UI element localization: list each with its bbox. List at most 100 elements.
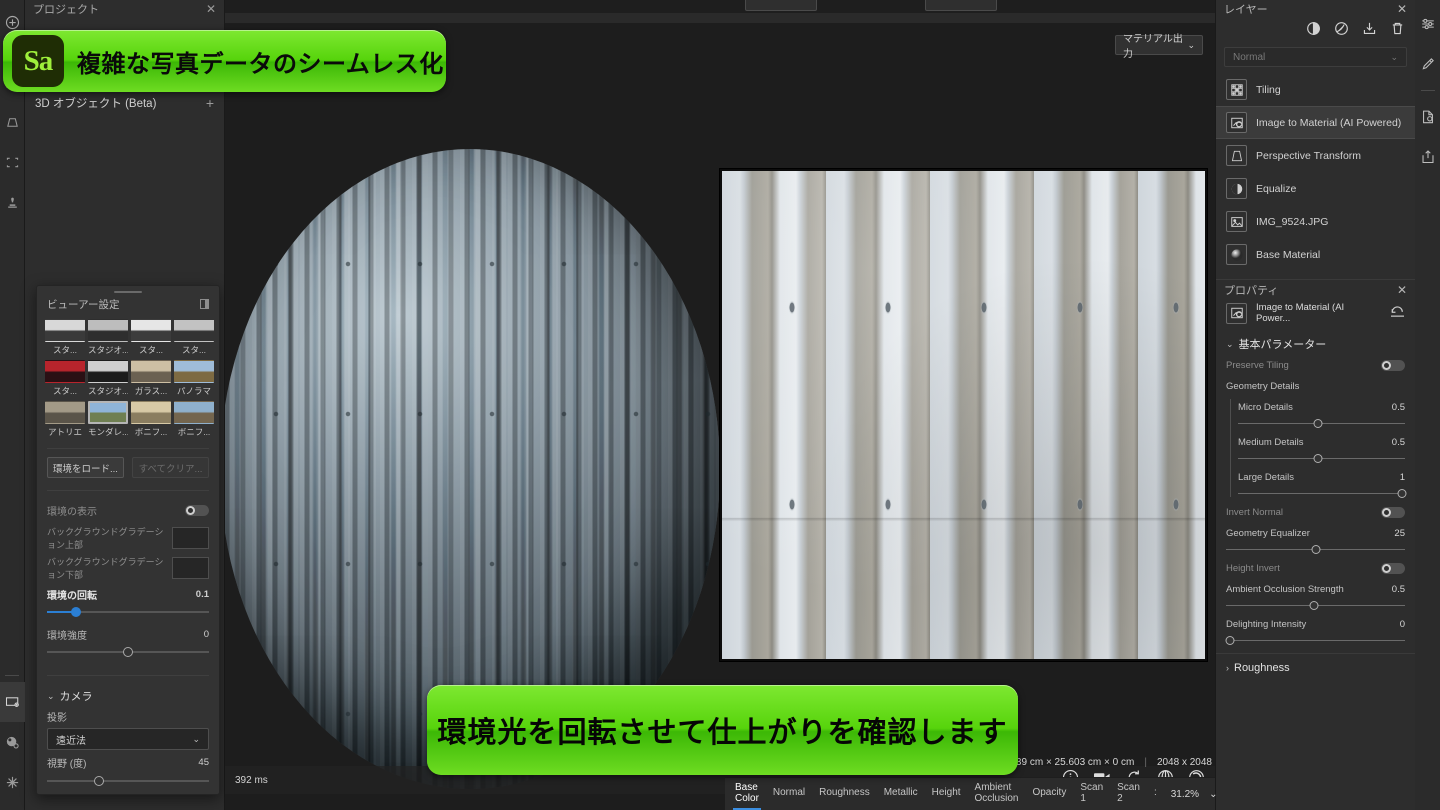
property-group-header: Geometry Details (1216, 376, 1415, 397)
env-rotation-slider[interactable] (47, 605, 209, 619)
fov-slider[interactable] (47, 774, 209, 788)
blend-mode-select[interactable]: Normal ⌄ (1224, 47, 1407, 67)
slider-knob[interactable] (123, 647, 133, 657)
load-environment-button[interactable]: 環境をロード... (47, 457, 124, 478)
properties-icon[interactable] (1415, 4, 1440, 44)
environment-thumb[interactable]: スタ... (45, 319, 85, 356)
environment-thumb[interactable]: モンダレ... (88, 401, 128, 438)
environment-thumb-image (131, 401, 171, 424)
slider-knob[interactable] (1313, 454, 1323, 463)
environment-thumb[interactable]: ボニフ... (131, 401, 171, 438)
close-icon[interactable]: ✕ (1397, 2, 1407, 16)
material-icon[interactable] (0, 722, 25, 762)
add-3dobject-icon[interactable]: + (206, 95, 214, 111)
channel-tab[interactable]: Scan 2 (1117, 782, 1140, 807)
properties-panel-header: プロパティ ✕ (1216, 279, 1415, 299)
slider-knob[interactable] (1311, 545, 1320, 554)
fov-value: 45 (198, 756, 209, 768)
environment-thumb[interactable]: アトリエ (45, 401, 85, 438)
close-icon[interactable]: ✕ (1397, 283, 1407, 297)
property-slider[interactable] (1238, 453, 1405, 464)
environment-thumb[interactable]: パノラマ (174, 360, 214, 397)
environment-thumb[interactable]: スタ... (174, 319, 214, 356)
property-label: Height Invert (1226, 563, 1280, 574)
environment-thumb[interactable]: スタジオ... (88, 319, 128, 356)
layer-row[interactable]: Base Material (1216, 238, 1415, 271)
slider-knob[interactable] (1397, 489, 1407, 498)
channel-tab[interactable]: Opacity (1032, 787, 1066, 801)
environment-thumb-label: スタ... (181, 345, 207, 355)
layer-toolbar (1216, 18, 1415, 47)
stamp-icon[interactable] (0, 182, 25, 222)
zoom-control[interactable]: 31.2% ⌄ (1171, 789, 1218, 800)
channel-tab-bar: Base Color Normal Roughness Metallic Height A… (725, 777, 1218, 810)
roughness-label: Roughness (1234, 662, 1290, 674)
clear-all-button[interactable]: すべてクリア... (132, 457, 209, 478)
environment-thumb[interactable]: スタジオ... (88, 360, 128, 397)
bg-gradient-bottom-swatch[interactable] (171, 557, 209, 579)
channel-tab[interactable]: Metallic (884, 787, 918, 801)
environment-thumb-image (88, 360, 128, 383)
property-toggle[interactable] (1381, 563, 1405, 574)
viewport-icon[interactable] (0, 682, 25, 722)
image-to-material-icon (1226, 112, 1247, 133)
camera-section-header[interactable]: ⌄ カメラ (37, 682, 219, 706)
height-field[interactable] (925, 0, 997, 11)
import-icon[interactable] (1362, 21, 1377, 41)
channel-tab[interactable]: Roughness (819, 787, 870, 801)
reset-icon[interactable] (1390, 305, 1405, 321)
mask-icon[interactable] (1334, 21, 1349, 41)
channel-tab[interactable]: Normal (773, 787, 805, 801)
contrast-icon[interactable] (1306, 21, 1321, 41)
environment-thumb-label: ガラス... (134, 386, 168, 396)
share-icon[interactable] (1415, 137, 1440, 177)
property-slider[interactable] (1225, 635, 1405, 646)
crop-icon[interactable] (0, 142, 25, 182)
channel-tab[interactable]: Base Color (733, 782, 761, 810)
roughness-section[interactable]: › Roughness (1216, 654, 1415, 677)
show-environment-toggle[interactable] (185, 504, 209, 516)
layer-row[interactable]: Perspective Transform (1216, 139, 1415, 172)
layer-row[interactable]: IMG_9524.JPG (1216, 205, 1415, 238)
bg-gradient-top-swatch[interactable] (171, 527, 209, 549)
channel-tab[interactable]: Height (932, 787, 961, 801)
slider-knob[interactable] (1309, 601, 1319, 610)
slider-knob[interactable] (93, 776, 104, 786)
property-toggle[interactable] (1381, 507, 1405, 518)
property-toggle[interactable] (1381, 360, 1405, 371)
width-field[interactable] (745, 0, 817, 11)
layer-row[interactable]: Image to Material (AI Powered) (1216, 106, 1415, 139)
layer-row[interactable]: Tiling (1216, 73, 1415, 106)
property-slider[interactable] (1238, 488, 1407, 499)
channel-tab[interactable]: : (1154, 787, 1157, 801)
material-output-select[interactable]: マテリアル出力 ⌄ (1115, 34, 1203, 60)
property-row: Large Details 1 (1216, 467, 1415, 488)
property-slider[interactable] (1238, 418, 1405, 429)
env-intensity-slider[interactable] (47, 645, 209, 659)
environment-thumb[interactable]: スタ... (45, 360, 85, 397)
environment-thumb[interactable]: スタ... (131, 319, 171, 356)
close-icon[interactable]: ✕ (206, 2, 216, 16)
environment-thumb[interactable]: ガラス... (131, 360, 171, 397)
slider-knob[interactable] (71, 607, 82, 617)
project-panel-titlebar: プロジェクト ✕ (25, 0, 224, 18)
slider-knob[interactable] (1225, 636, 1235, 645)
channel-tab[interactable]: Scan 1 (1080, 782, 1103, 807)
environment-thumb-image (45, 401, 85, 424)
nodes-icon[interactable] (0, 762, 25, 802)
environment-thumb[interactable]: ボニフ... (174, 401, 214, 438)
channel-tab[interactable]: Ambient Occlusion (975, 782, 1019, 807)
dock-panel-icon[interactable] (200, 299, 209, 309)
layer-row[interactable]: Equalize (1216, 172, 1415, 205)
property-slider[interactable] (1226, 600, 1405, 611)
perspective-icon[interactable] (0, 102, 25, 142)
paint-icon[interactable] (1415, 44, 1440, 84)
chevron-down-icon[interactable]: ⌄ (1209, 789, 1217, 800)
panel-drag-handle[interactable] (114, 291, 142, 293)
projection-select[interactable]: 遠近法 ⌄ (47, 728, 209, 750)
slider-knob[interactable] (1313, 419, 1323, 428)
delete-icon[interactable] (1390, 21, 1405, 41)
export-material-icon[interactable] (1415, 97, 1440, 137)
property-slider[interactable] (1226, 544, 1405, 555)
basic-parameters-section[interactable]: ⌄ 基本パラメーター (1216, 331, 1415, 355)
